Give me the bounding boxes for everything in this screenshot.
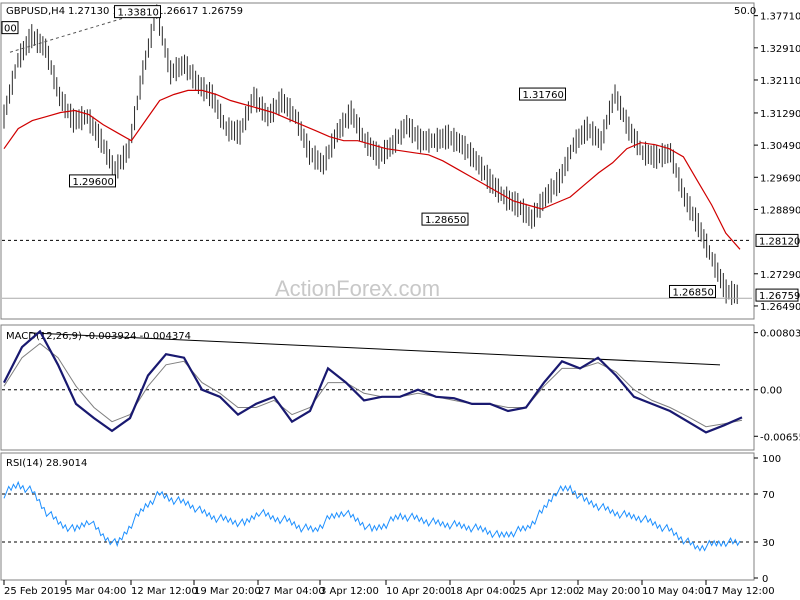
macd-panel (0, 324, 755, 451)
price-panel (0, 2, 755, 320)
price-tick-label: 1.32910 (760, 44, 800, 55)
price-tick-label: 1.29690 (760, 173, 800, 184)
macd-tick-label: 0.00 (760, 386, 782, 397)
symbol-label: GBPUSD,H4 (6, 6, 65, 17)
x-tick-label: 10 Apr 20:00 (386, 586, 451, 597)
rsi-tick-label: 30 (762, 538, 775, 549)
price-axis: 1.37710 1.32910 1.32110 1.31290 1.30490 1.296… (754, 12, 800, 313)
level-label: 1.28120 (759, 236, 800, 247)
rsi-tick-label: 0 (762, 574, 768, 585)
x-tick-label: 12 Mar 12:00 (131, 586, 198, 597)
price-tick-label: 1.27290 (760, 270, 800, 281)
current-price-label: 1.26759 (759, 291, 800, 302)
price-tick-label: 1.31290 (760, 109, 800, 120)
price-tick-label: 1.28890 (760, 205, 800, 216)
price-tick-label: 1.37710 (760, 12, 800, 23)
x-tick-label: 3 Apr 12:00 (320, 586, 379, 597)
rsi-axis: 100 70 30 0 (754, 454, 781, 585)
macd-tick-label: -0.00655 (760, 432, 800, 443)
x-tick-label: 19 Mar 20:00 (194, 586, 261, 597)
rsi-label: RSI(14) 28.9014 (6, 458, 87, 469)
clipped-label: 00 (4, 24, 17, 35)
x-tick-label: 27 Mar 04:00 (258, 586, 325, 597)
macd-tick-label: 0.008031 (760, 329, 800, 340)
rsi-panel (0, 452, 755, 581)
top-right-label: 50.0 (734, 6, 756, 17)
x-axis: 25 Feb 2019 5 Mar 04:00 12 Mar 12:0019 Mar… (3, 580, 775, 597)
macd-axis: 0.008031 0.00 -0.00655 (754, 329, 800, 443)
price-annotation-label: 1.29600 (73, 177, 114, 188)
x-tick-label: 25 Apr 12:00 (514, 586, 579, 597)
watermark: ActionForex.com (275, 276, 440, 301)
x-tick-label: 18 Apr 04:00 (450, 586, 515, 597)
price-annotation-label: 1.26850 (673, 287, 714, 298)
x-tick-label: 25 Feb 2019 (4, 586, 66, 597)
price-annotation-label: 1.28650 (425, 215, 466, 226)
x-tick-label: 5 Mar 04:00 (66, 586, 126, 597)
price-annotation-label: 1.33810 (118, 8, 159, 19)
price-tick-label: 1.32110 (760, 76, 800, 87)
x-tick-label: 10 May 04:00 (642, 586, 711, 597)
price-tick-label: 1.26490 (760, 302, 800, 313)
rsi-tick-label: 70 (762, 490, 775, 501)
chart-root: GBPUSD,H4 1.27130 1.27158 1.26617 1.2675… (0, 2, 800, 597)
price-tick-label: 1.30490 (760, 141, 800, 152)
rsi-tick-label: 100 (762, 454, 781, 465)
x-tick-label: 2 May 20:00 (578, 586, 640, 597)
price-annotation-label: 1.31760 (523, 90, 564, 101)
x-tick-label: 17 May 12:00 (706, 586, 775, 597)
